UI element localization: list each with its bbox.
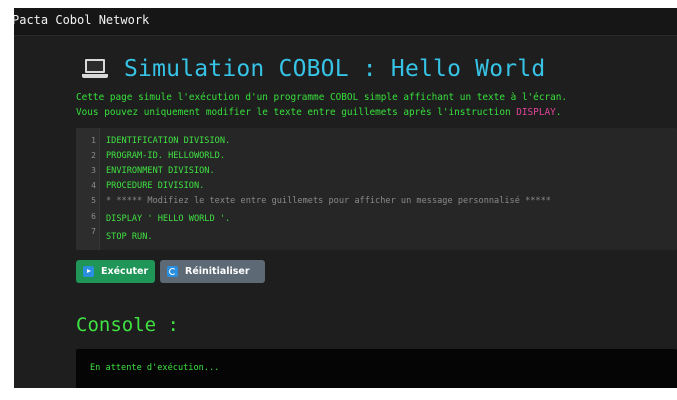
code-line: PROCEDURE DIVISION. xyxy=(106,181,205,191)
editable-display-line[interactable]: DISPLAY ' HELLO WORLD '. xyxy=(106,214,230,224)
code-editor[interactable]: 1 2 3 4 5 6 7 IDENTIFICATION DIVISION. P… xyxy=(76,128,677,250)
reset-button[interactable]: Réinitialiser xyxy=(160,260,265,283)
line-number: 7 xyxy=(91,227,96,236)
code-line: IDENTIFICATION DIVISION. xyxy=(106,136,231,146)
console-output-panel: En attente d'exécution... xyxy=(76,349,677,388)
code-line: STOP RUN. xyxy=(106,232,153,242)
app-title: Pacta Cobol Network xyxy=(14,13,150,27)
line-number: 2 xyxy=(91,151,96,160)
display-keyword: DISPLAY xyxy=(516,107,556,118)
description-line-1: Cette page simule l'exécution d'un progr… xyxy=(76,92,568,103)
description-line-2: Vous pouvez uniquement modifier le texte… xyxy=(76,105,567,120)
line-number: 3 xyxy=(91,166,96,175)
run-button-label: Exécuter xyxy=(101,266,149,277)
code-comment-line: * ***** Modifiez le texte entre guilleme… xyxy=(106,196,551,206)
description-line-2-text: Vous pouvez uniquement modifier le texte… xyxy=(76,107,517,118)
console-title: Console : xyxy=(76,314,179,336)
play-icon xyxy=(83,266,94,277)
code-line: PROGRAM-ID. HELLOWORLD. xyxy=(106,151,225,161)
run-button[interactable]: Exécuter xyxy=(76,260,155,283)
app-window: Pacta Cobol Network Simulation COBOL : H… xyxy=(14,8,677,388)
reset-button-label: Réinitialiser xyxy=(185,266,250,277)
code-line: ENVIRONMENT DIVISION. xyxy=(106,166,215,176)
line-number: 4 xyxy=(91,181,96,190)
console-output-text: En attente d'exécution... xyxy=(90,363,220,373)
refresh-icon xyxy=(167,266,178,277)
line-number: 1 xyxy=(91,136,96,145)
top-bar: Pacta Cobol Network xyxy=(14,8,677,36)
page-title: Simulation COBOL : Hello World xyxy=(124,56,546,82)
line-number: 5 xyxy=(91,196,96,205)
title-row: Simulation COBOL : Hello World xyxy=(76,52,545,86)
description-line-2-end: . xyxy=(555,107,562,118)
description: Cette page simule l'exécution d'un progr… xyxy=(76,90,567,120)
laptop-icon xyxy=(82,58,108,80)
line-number-gutter: 1 2 3 4 5 6 7 xyxy=(76,128,100,250)
line-number: 6 xyxy=(91,212,96,221)
